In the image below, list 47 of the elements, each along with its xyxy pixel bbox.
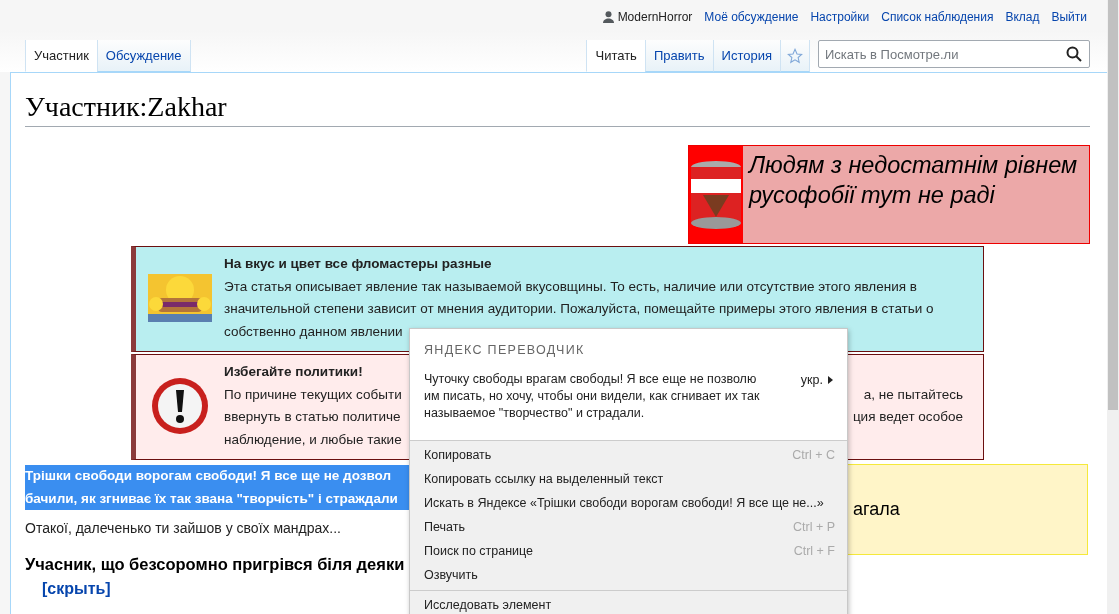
section-heading: Учасник, що безсоромно пригрівся біля деяки — [25, 555, 406, 574]
nav-link[interactable]: Вклад — [1005, 9, 1040, 24]
notice-text: а, не пытайтесь — [863, 385, 963, 404]
search-field[interactable]: Искать в Посмотре.ли — [818, 40, 1090, 68]
menu-item[interactable]: Исследовать элемент — [410, 593, 847, 614]
tab[interactable]: Обсуждение — [96, 40, 191, 72]
menu-item[interactable]: Печать Ctrl + P — [410, 515, 847, 539]
notice-text: По причине текущих событи — [224, 385, 402, 404]
tab[interactable]: Читать — [586, 40, 645, 72]
notice-title: Избегайте политики! — [224, 363, 363, 381]
tab[interactable]: Править — [644, 40, 713, 72]
page-title: Участник:Zakhar — [25, 89, 1090, 127]
menu-item[interactable]: Озвучить — [410, 563, 847, 587]
search-icon[interactable] — [1066, 46, 1082, 62]
notice-text: ввернуть в статью политиче — [224, 408, 401, 426]
shortcut-text: Ctrl + F — [793, 544, 835, 558]
tab[interactable]: История — [712, 40, 780, 72]
tab[interactable]: Участник — [25, 40, 97, 72]
notice-text: наблюдение, и любые такие — [224, 430, 402, 449]
scrollbar[interactable] — [1107, 0, 1119, 614]
user-link[interactable]: ModernHorror — [602, 9, 693, 24]
shortcut-text: Ctrl + P — [792, 520, 835, 534]
notice-text: Эта статья описывает явление так называемой вкусовщины. То есть, наличие или отсутствие этого явления в — [224, 277, 917, 296]
warning-icon — [150, 376, 210, 436]
banner-text: Людям з недостатнім рівнем русофобії тут не раді — [749, 152, 1078, 208]
nav-link[interactable]: Настройки — [810, 9, 870, 24]
caret-icon — [828, 375, 833, 384]
menu-item[interactable]: Поиск по странице Ctrl + F — [410, 539, 847, 563]
nav-link[interactable]: Список наблюдения — [881, 9, 994, 24]
translator-title: ЯНДЕКС ПЕРЕВОДЧИК — [424, 343, 586, 357]
notice-text: значительной степени зависит от мнения аудитории. Пожалуйста, помещайте примеры этого явления в статьи о — [224, 300, 934, 318]
side-box-text: агала — [853, 499, 900, 520]
user-icon — [602, 10, 614, 23]
language-selector[interactable]: укр. — [800, 371, 833, 388]
paragraph: Отакої, далеченько ти зайшов у своїх мандрах... — [25, 519, 341, 538]
notice-text: ция ведет особое — [852, 408, 963, 426]
menu-item[interactable]: Копировать Ctrl + C — [410, 443, 847, 467]
translation-text: Чуточку свободы врагам свободы! Я все еще не позволю им писать, но хочу, чтобы они видели, как сгнивает их так называемое "творчество" и страдали. — [424, 371, 761, 422]
nav-link[interactable]: Выйти — [1051, 9, 1087, 24]
shortcut-text: Ctrl + C — [792, 448, 835, 462]
can-icon — [689, 158, 743, 231]
nav-link[interactable]: Моё обсуждение — [704, 9, 799, 24]
watch-star-button[interactable] — [780, 40, 810, 72]
notice-text: собственно данном явлении — [224, 322, 403, 341]
hide-link[interactable]: [скрыть] — [42, 580, 111, 598]
notice-title: На вкус и цвет все фломастеры разные — [224, 255, 492, 273]
star-icon — [787, 47, 803, 64]
